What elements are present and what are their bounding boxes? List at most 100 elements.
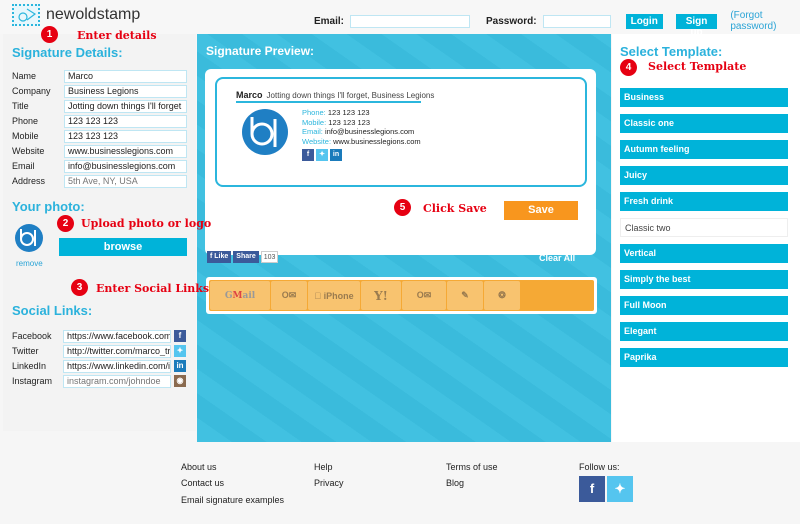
- share-count: 103: [260, 251, 279, 263]
- footer-contact-us-link[interactable]: Contact us: [181, 478, 224, 488]
- password-input[interactable]: [542, 14, 611, 28]
- company-input[interactable]: [64, 84, 187, 98]
- template-business[interactable]: Business: [620, 88, 788, 107]
- signature-box: Marco Jotting down things I'll forget, Bu…: [215, 77, 587, 187]
- signature-preview-title: Signature Preview:: [206, 44, 315, 58]
- twitter-row: Twitter ✦: [12, 344, 190, 358]
- website-row: Website: [12, 144, 192, 158]
- name-input[interactable]: [64, 69, 187, 83]
- clear-all-button[interactable]: Clear All: [539, 253, 575, 263]
- facebook-share-button[interactable]: Share: [233, 251, 259, 263]
- login-form: Email: Password: Login Sign up (Forgot p…: [314, 10, 800, 38]
- signature-name: Marco: [236, 90, 263, 100]
- yahoo-icon[interactable]: Y!: [361, 281, 401, 310]
- login-button[interactable]: Login: [625, 13, 663, 29]
- footer-privacy-link[interactable]: Privacy: [314, 478, 344, 488]
- address-input[interactable]: [64, 174, 187, 188]
- forgot-password-link[interactable]: (Forgot password): [730, 10, 800, 32]
- website-input[interactable]: [64, 144, 187, 158]
- follow-us-label: Follow us:: [579, 462, 620, 472]
- address-label: Address: [12, 176, 46, 186]
- photo-thumbnail: [15, 224, 43, 252]
- signature-email: Email: info@businesslegions.com: [302, 127, 415, 136]
- signature-phone: Phone: 123 123 123: [302, 108, 370, 117]
- template-fresh-drink[interactable]: Fresh drink: [620, 192, 788, 211]
- signature-header: Marco Jotting down things I'll forget, Bu…: [236, 90, 434, 100]
- template-classic-two[interactable]: Classic two: [620, 218, 788, 237]
- step-3-label: Enter Social Links: [96, 282, 210, 295]
- twitter-input[interactable]: [63, 344, 171, 358]
- password-label: Password:: [486, 15, 537, 27]
- select-template-title: Select Template:: [620, 44, 723, 59]
- email-row: Email: [12, 159, 192, 173]
- facebook-like-button[interactable]: f Like: [207, 251, 232, 263]
- footer-about-us-link[interactable]: About us: [181, 462, 217, 472]
- signature-tagline: Jotting down things I'll forget, Busines…: [266, 91, 435, 100]
- browse-button[interactable]: browse: [59, 238, 187, 256]
- step-4-badge: 4: [620, 59, 637, 76]
- facebook-icon[interactable]: f: [302, 149, 314, 161]
- template-vertical[interactable]: Vertical: [620, 244, 788, 263]
- logo[interactable]: newoldstamp: [12, 4, 140, 26]
- save-button[interactable]: Save: [504, 201, 578, 220]
- remove-photo-link[interactable]: remove: [16, 259, 43, 268]
- signup-button[interactable]: Sign up: [675, 13, 718, 38]
- instagram-input[interactable]: [63, 374, 171, 388]
- email-input[interactable]: [350, 14, 471, 28]
- apple-mail-icon[interactable]: ✎: [447, 281, 483, 310]
- step-2-label: Upload photo or logo: [81, 217, 212, 230]
- stamp-logo-icon: [12, 4, 40, 26]
- title-row: Title: [12, 99, 192, 113]
- email-field-input[interactable]: [64, 159, 187, 173]
- instagram-row: Instagram ◉: [12, 374, 190, 388]
- iphone-ipad-icon[interactable]:  iPhone: [308, 281, 360, 310]
- template-paprika[interactable]: Paprika: [620, 348, 788, 367]
- twitter-label: Twitter: [12, 346, 39, 356]
- your-photo-title: Your photo:: [12, 199, 85, 214]
- step-2-badge: 2: [57, 215, 74, 232]
- facebook-label: Facebook: [12, 331, 52, 341]
- linkedin-icon: in: [174, 360, 186, 372]
- template-full-moon[interactable]: Full Moon: [620, 296, 788, 315]
- template-elegant[interactable]: Elegant: [620, 322, 788, 341]
- step-1-label: Enter details: [77, 29, 157, 42]
- facebook-input[interactable]: [63, 329, 171, 343]
- twitter-icon[interactable]: ✦: [316, 149, 328, 161]
- signature-details-title: Signature Details:: [12, 45, 123, 60]
- footer-facebook-icon[interactable]: f: [579, 476, 605, 502]
- template-autumn-feeling[interactable]: Autumn feeling: [620, 140, 788, 159]
- thunderbird-icon[interactable]: ❂: [484, 281, 520, 310]
- phone-row: Phone: [12, 114, 192, 128]
- mobile-label: Mobile: [12, 131, 39, 141]
- template-simply-the-best[interactable]: Simply the best: [620, 270, 788, 289]
- linkedin-label: LinkedIn: [12, 361, 47, 371]
- signature-social-icons: f ✦ in: [302, 149, 342, 161]
- footer-twitter-icon[interactable]: ✦: [607, 476, 633, 502]
- facebook-icon: f: [174, 330, 186, 342]
- linkedin-icon[interactable]: in: [330, 149, 342, 161]
- gmail-icon[interactable]: GMail: [210, 281, 270, 310]
- linkedin-input[interactable]: [63, 359, 171, 373]
- footer-terms-link[interactable]: Terms of use: [446, 462, 498, 472]
- title-input[interactable]: [64, 99, 187, 113]
- name-row: Name: [12, 69, 192, 83]
- mobile-input[interactable]: [64, 129, 187, 143]
- step-3-badge: 3: [71, 279, 88, 296]
- facebook-row: Facebook f: [12, 329, 190, 343]
- address-row: Address: [12, 174, 192, 188]
- footer-email-signature-examples-link[interactable]: Email signature examples: [181, 495, 284, 505]
- instagram-label: Instagram: [12, 376, 53, 386]
- footer-help-link[interactable]: Help: [314, 462, 333, 472]
- template-classic-one[interactable]: Classic one: [620, 114, 788, 133]
- facebook-like-widget: f Like Share 103: [207, 251, 279, 263]
- template-juicy[interactable]: Juicy: [620, 166, 788, 185]
- signature-mobile: Mobile: 123 123 123: [302, 117, 370, 127]
- outlook-icon[interactable]: O✉: [271, 281, 307, 310]
- phone-input[interactable]: [64, 114, 187, 128]
- mobile-row: Mobile: [12, 129, 192, 143]
- social-links-title: Social Links:: [12, 303, 93, 318]
- instagram-icon: ◉: [174, 375, 186, 387]
- footer-blog-link[interactable]: Blog: [446, 478, 464, 488]
- outlook-com-icon[interactable]: O✉: [402, 281, 446, 310]
- step-5-label: Click Save: [423, 202, 487, 215]
